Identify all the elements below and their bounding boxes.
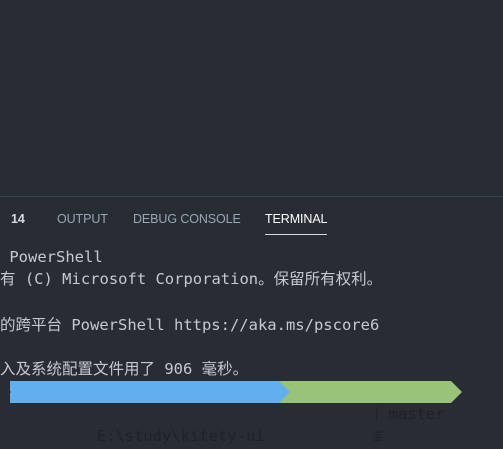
segment-end-arrow <box>450 381 462 403</box>
git-branch-name: master <box>388 405 445 423</box>
powerline-prompt: E:\study\kitety-ui ᚴ master ≣ <box>0 381 462 445</box>
prompt-start-arrow <box>0 381 11 403</box>
terminal-output[interactable]: PowerShell 有 (C) Microsoft Corporation。保… <box>0 241 503 449</box>
terminal-line: 有 (C) Microsoft Corporation。保留所有权利。 <box>0 270 383 288</box>
segment-separator-arrow <box>278 381 290 403</box>
git-branch-icon: ᚴ <box>373 405 383 423</box>
prompt-git-segment: ᚴ master ≣ <box>278 381 462 445</box>
problems-count-badge[interactable]: 14 <box>11 212 25 226</box>
tab-output[interactable]: OUTPUT <box>57 212 108 226</box>
panel-tabs: 14 OUTPUT DEBUG CONSOLE TERMINAL <box>0 197 503 241</box>
terminal-line: 入及系统配置文件用了 906 毫秒。 <box>0 360 249 378</box>
terminal-line: 的跨平台 PowerShell https://aka.ms/pscore6 <box>0 316 380 334</box>
editor-area <box>0 0 503 196</box>
git-status-icon: ≣ <box>373 427 383 445</box>
prompt-path-segment: E:\study\kitety-ui <box>0 381 290 445</box>
tab-terminal[interactable]: TERMINAL <box>265 212 328 235</box>
tab-debug-console[interactable]: DEBUG CONSOLE <box>133 212 241 226</box>
prompt-path: E:\study\kitety-ui <box>96 427 265 445</box>
bottom-panel: 14 OUTPUT DEBUG CONSOLE TERMINAL PowerSh… <box>0 196 503 449</box>
terminal-line: PowerShell <box>0 248 103 266</box>
